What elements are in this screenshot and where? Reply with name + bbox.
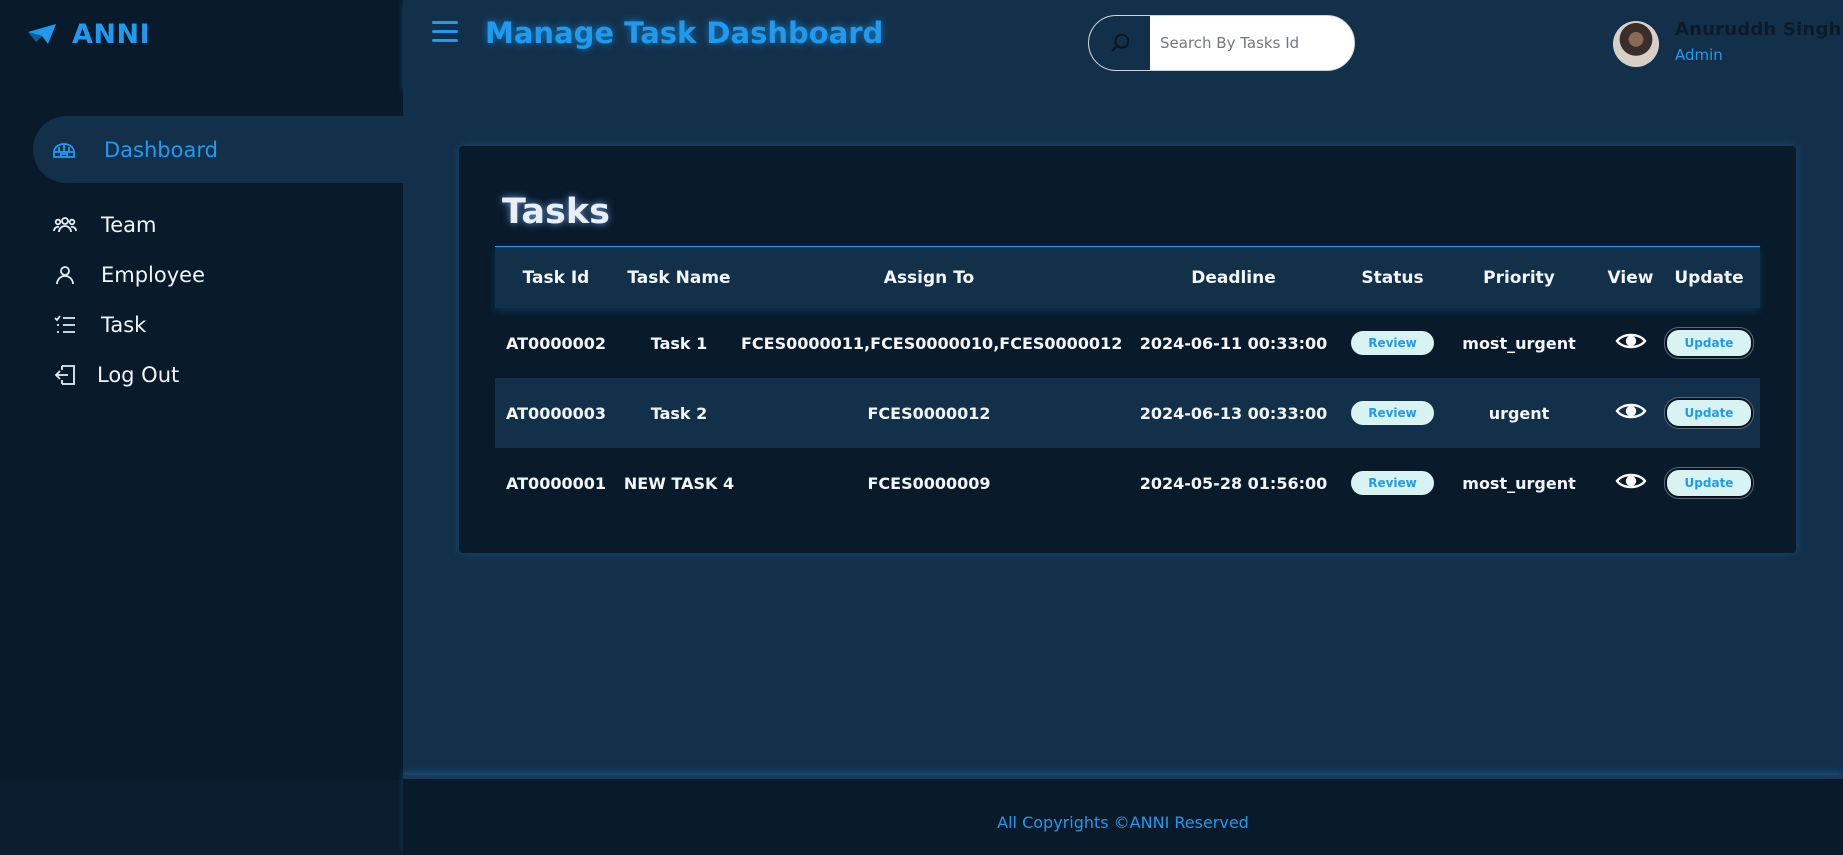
user-icon xyxy=(53,263,77,287)
update-button[interactable]: Update xyxy=(1664,328,1754,358)
sidebar-item-label: Task xyxy=(101,313,147,337)
igloo-icon xyxy=(52,138,76,162)
paper-plane-icon xyxy=(28,24,56,44)
column-header: Deadline xyxy=(1191,267,1276,288)
tasks-table: Task Id Task Name Assign To Deadline Sta… xyxy=(495,246,1760,518)
task-deadline: 2024-05-28 01:56:00 xyxy=(1139,473,1328,493)
task-name: Task 2 xyxy=(650,403,708,423)
sidebar-item-employee[interactable]: Employee xyxy=(0,250,403,300)
brand[interactable]: ANNI xyxy=(26,18,150,50)
avatar xyxy=(1613,21,1659,67)
status-badge: Review xyxy=(1351,401,1434,425)
task-deadline: 2024-06-13 00:33:00 xyxy=(1139,403,1328,423)
main-content: Tasks Task Id Task Name Assign To Deadli… xyxy=(403,89,1843,779)
task-id: AT0000001 xyxy=(506,473,606,493)
brand-name: ANNI xyxy=(72,18,151,50)
column-header: Update xyxy=(1674,267,1744,288)
footer-copyright: All Copyrights ©ANNI Reserved xyxy=(997,813,1249,832)
task-name: Task 1 xyxy=(650,333,708,353)
sidebar-item-team[interactable]: Team xyxy=(0,200,403,250)
sidebar-item-task[interactable]: Task xyxy=(0,300,403,350)
table-row: AT0000001 NEW TASK 4 FCES0000009 2024-05… xyxy=(495,448,1760,518)
column-header: View xyxy=(1607,267,1654,288)
update-button[interactable]: Update xyxy=(1664,468,1754,498)
task-id: AT0000002 xyxy=(506,333,606,353)
task-priority: most_urgent xyxy=(1462,473,1576,493)
view-eye-icon[interactable] xyxy=(1614,331,1647,351)
view-eye-icon[interactable] xyxy=(1614,471,1647,491)
top-header: Manage Task Dashboard Anuruddh Singh Adm… xyxy=(403,0,1843,89)
sidebar-item-logout[interactable]: Log Out xyxy=(0,350,403,400)
search-button[interactable] xyxy=(1089,16,1150,70)
tasks-title: Tasks xyxy=(502,192,610,232)
column-header: Task Name xyxy=(627,267,731,288)
tasks-card: Tasks Task Id Task Name Assign To Deadli… xyxy=(459,146,1796,553)
task-name: NEW TASK 4 xyxy=(623,473,735,493)
team-icon xyxy=(53,213,77,237)
footer: All Copyrights ©ANNI Reserved xyxy=(403,775,1843,855)
logout-icon xyxy=(53,363,77,387)
sidebar-item-label: Team xyxy=(101,213,157,237)
task-list-icon xyxy=(53,313,77,337)
task-priority: urgent xyxy=(1488,403,1550,423)
status-badge: Review xyxy=(1351,331,1434,355)
update-button[interactable]: Update xyxy=(1664,398,1754,428)
user-profile[interactable]: Anuruddh Singh Admin xyxy=(1613,19,1842,67)
task-assignees: FCES0000009 xyxy=(867,473,991,493)
user-role: Admin xyxy=(1675,46,1723,64)
sidebar-item-label: Dashboard xyxy=(104,137,218,162)
task-id: AT0000003 xyxy=(506,403,606,423)
search-bar xyxy=(1088,15,1355,71)
task-deadline: 2024-06-11 00:33:00 xyxy=(1139,333,1328,353)
status-badge: Review xyxy=(1351,471,1434,495)
sidebar-nav: Dashboard Team Employee Task Log Out xyxy=(0,116,403,400)
user-name: Anuruddh Singh xyxy=(1675,19,1842,40)
column-header: Priority xyxy=(1483,267,1555,288)
search-input[interactable] xyxy=(1150,16,1354,70)
hamburger-menu-icon[interactable] xyxy=(432,21,458,43)
column-header: Status xyxy=(1361,267,1424,288)
task-assignees: FCES0000012 xyxy=(867,403,991,423)
column-header: Assign To xyxy=(883,267,975,288)
table-row: AT0000002 Task 1 FCES0000011,FCES0000010… xyxy=(495,308,1760,378)
page-title: Manage Task Dashboard xyxy=(485,16,884,50)
sidebar-item-label: Employee xyxy=(101,263,206,287)
table-header: Task Id Task Name Assign To Deadline Sta… xyxy=(495,246,1760,308)
view-eye-icon[interactable] xyxy=(1614,401,1647,421)
sidebar-item-label: Log Out xyxy=(97,363,180,387)
task-assignees: FCES0000011,FCES0000010,FCES0000012 xyxy=(741,333,1123,353)
column-header: Task Id xyxy=(522,267,590,288)
task-priority: most_urgent xyxy=(1462,333,1576,353)
sidebar-item-dashboard[interactable]: Dashboard xyxy=(33,116,403,183)
sidebar: ANNI Dashboard Team Employee Task Log Ou… xyxy=(0,0,403,780)
table-row: AT0000003 Task 2 FCES0000012 2024-06-13 … xyxy=(495,378,1760,448)
search-icon xyxy=(1110,33,1129,52)
